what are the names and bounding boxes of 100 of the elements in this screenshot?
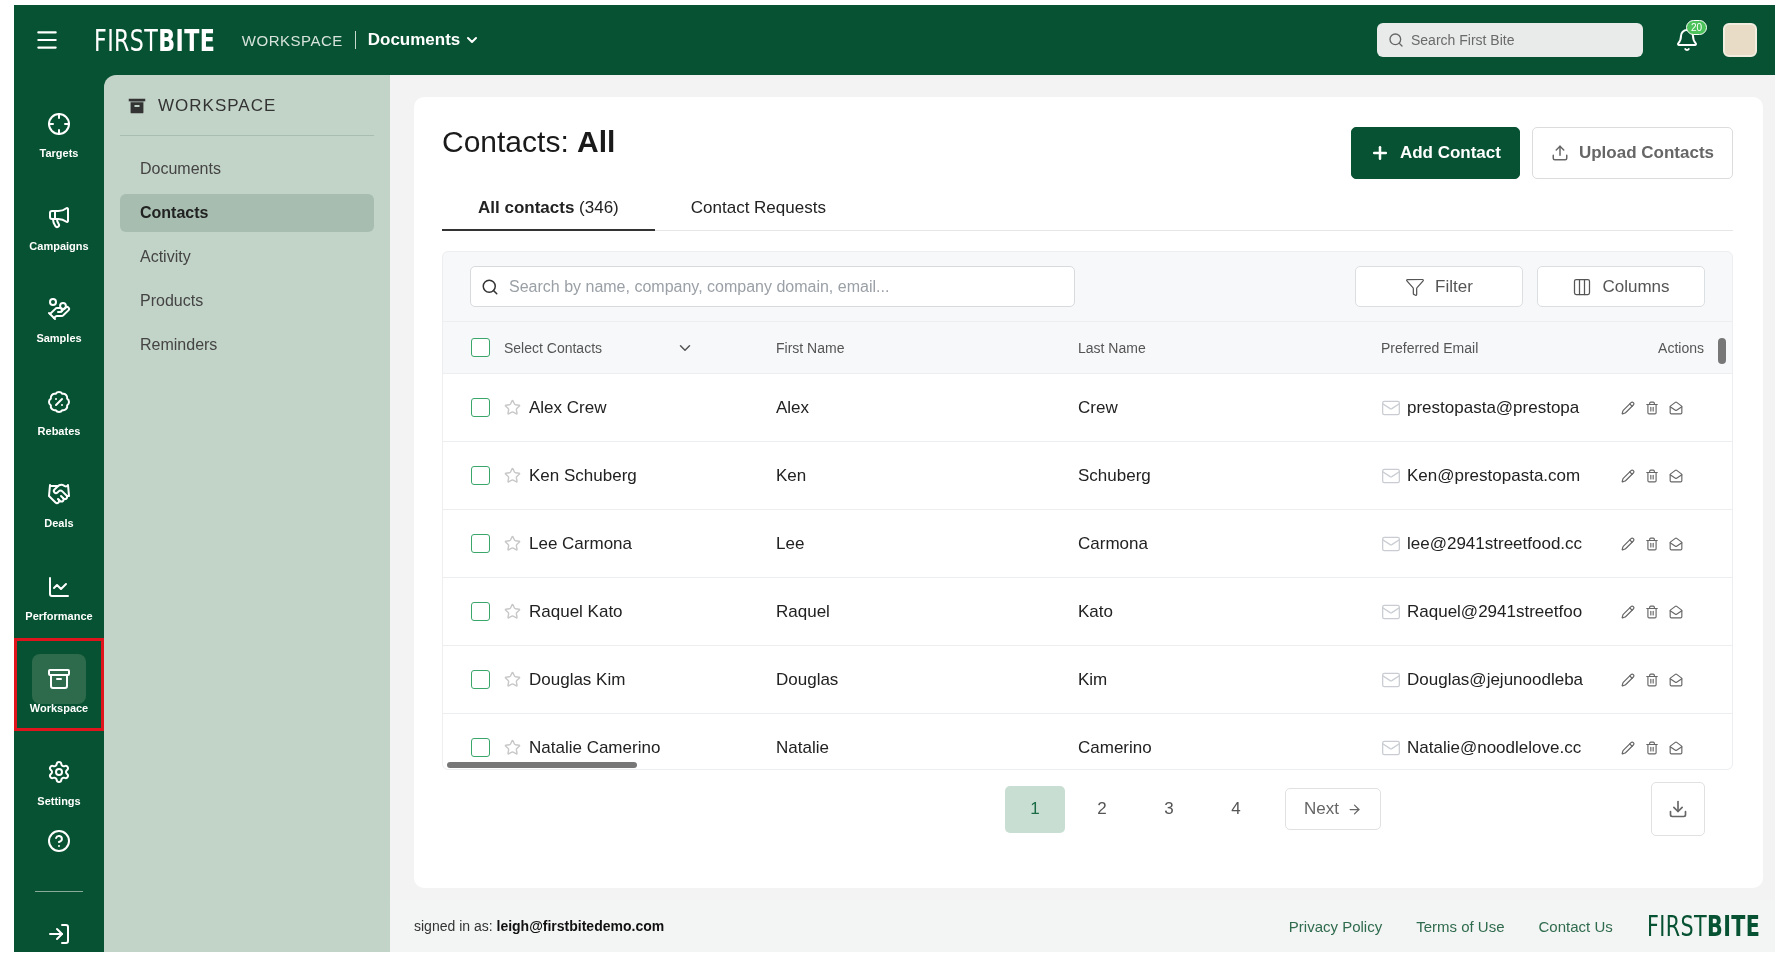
- mail-icon[interactable]: [1669, 740, 1683, 755]
- tab[interactable]: Contact Requests: [654, 187, 862, 231]
- archive-box-icon: [47, 667, 71, 692]
- checkbox[interactable]: [471, 670, 490, 689]
- page-button[interactable]: 4: [1206, 785, 1267, 833]
- nav-item[interactable]: Rebates: [14, 360, 104, 453]
- mail-icon[interactable]: [1669, 468, 1683, 483]
- search-field[interactable]: Search First Bite: [1377, 23, 1643, 57]
- footer-link[interactable]: Privacy Policy: [1288, 917, 1383, 935]
- pencil-icon[interactable]: [1621, 604, 1635, 619]
- search-field[interactable]: Search by name, company, company domain, email...: [470, 266, 1075, 307]
- table-cell-text: Natalie: [776, 737, 830, 758]
- mail-icon[interactable]: [1669, 604, 1683, 619]
- star-icon[interactable]: [504, 399, 521, 416]
- search-icon: [481, 277, 499, 296]
- column-header: Last Name: [1078, 339, 1146, 356]
- trash-icon[interactable]: [1645, 604, 1659, 619]
- footer-link[interactable]: Terms of Use: [1416, 917, 1505, 935]
- checkbox[interactable]: [471, 534, 490, 553]
- help-icon[interactable]: [47, 829, 71, 853]
- logo-placeholder[interactable]: [1723, 23, 1757, 57]
- checkbox[interactable]: [471, 602, 490, 621]
- star-icon[interactable]: [504, 671, 521, 688]
- sidebar-item[interactable]: Documents: [120, 150, 374, 188]
- table-cell: Lee Carmona: [529, 533, 632, 554]
- mail-icon[interactable]: [1669, 536, 1683, 551]
- download-button[interactable]: [1651, 782, 1705, 836]
- page-button[interactable]: 3: [1139, 785, 1200, 833]
- add-contact-button[interactable]: Add Contact: [1350, 127, 1520, 179]
- checkbox[interactable]: [471, 466, 490, 485]
- trash-icon[interactable]: [1645, 672, 1659, 687]
- column-header: First Name: [776, 339, 845, 356]
- logout-icon[interactable]: [47, 922, 71, 946]
- signed-in-text: signed in as: leigh@firstbitedemo.com: [414, 918, 665, 934]
- pencil-icon[interactable]: [1621, 468, 1635, 483]
- nav-item[interactable]: Campaigns: [14, 175, 104, 268]
- trash-icon[interactable]: [1645, 400, 1659, 415]
- settings-icon: [47, 759, 71, 784]
- page-button[interactable]: 2: [1072, 785, 1133, 833]
- table-cell-text: Lee: [776, 533, 806, 554]
- pencil-icon[interactable]: [1621, 400, 1635, 415]
- column-header: Actions: [1658, 339, 1704, 356]
- star-icon[interactable]: [504, 467, 521, 484]
- table-cell: lee@2941streetfood.cc: [1407, 533, 1583, 554]
- page-title: Contacts: All: [442, 125, 616, 159]
- star-icon[interactable]: [504, 739, 521, 756]
- sidebar-item[interactable]: Contacts: [120, 194, 374, 232]
- arrow-right-icon: [1347, 801, 1362, 817]
- nav-item[interactable]: Samples: [14, 268, 104, 361]
- table-cell: prestopasta@prestopa: [1407, 397, 1580, 418]
- nav-item[interactable]: Performance: [14, 545, 104, 638]
- nav-item[interactable]: Settings: [14, 730, 104, 823]
- upload-icon: [1550, 144, 1569, 162]
- archive-box-icon: [126, 95, 148, 117]
- footer-link[interactable]: Contact Us: [1538, 917, 1613, 935]
- table-cell-text: Raquel: [776, 601, 831, 622]
- table-cell: Natalie@noodlelove.cc: [1407, 737, 1582, 758]
- star-icon[interactable]: [504, 535, 521, 552]
- pencil-icon[interactable]: [1621, 740, 1635, 755]
- percent-badge-icon: [47, 389, 71, 414]
- pencil-icon[interactable]: [1621, 536, 1635, 551]
- sidebar-item[interactable]: Activity: [120, 238, 374, 276]
- hand-coins-icon: [47, 297, 71, 322]
- table-cell-text: Kato: [1078, 601, 1114, 622]
- mail-icon[interactable]: [1669, 672, 1683, 687]
- table-cell-text: Alex: [776, 397, 811, 418]
- search-icon: [1388, 32, 1404, 48]
- table-cell: Ken@prestopasta.com: [1407, 465, 1581, 486]
- target-icon: [47, 112, 71, 137]
- page-button[interactable]: 1: [1005, 785, 1066, 833]
- upload-contacts-button[interactable]: Upload Contacts: [1531, 127, 1733, 179]
- nav-item[interactable]: Workspace: [14, 638, 104, 731]
- pencil-icon[interactable]: [1621, 672, 1635, 687]
- sidebar-item[interactable]: Products: [120, 282, 374, 320]
- columns-icon: [1572, 276, 1593, 297]
- filter-button[interactable]: Filter: [1355, 266, 1523, 307]
- nav-item[interactable]: Deals: [14, 453, 104, 546]
- scrollbar-thumb[interactable]: [1718, 338, 1726, 364]
- table-cell: Douglas Kim: [529, 669, 626, 690]
- checkbox[interactable]: [471, 738, 490, 757]
- page-dropdown[interactable]: Documents: [367, 30, 481, 50]
- checkbox[interactable]: [471, 338, 490, 357]
- tab[interactable]: All contacts (346): [442, 187, 655, 231]
- download-icon: [1668, 799, 1688, 819]
- table-cell-text: Schuberg: [1078, 465, 1152, 486]
- checkbox[interactable]: [471, 398, 490, 417]
- trash-icon[interactable]: [1645, 536, 1659, 551]
- nav-item[interactable]: Targets: [14, 83, 104, 176]
- sidebar-item[interactable]: Reminders: [120, 326, 374, 364]
- mail-icon[interactable]: [1669, 400, 1683, 415]
- table-cell: Douglas@jejunoodleba: [1407, 669, 1584, 690]
- trash-icon[interactable]: [1645, 740, 1659, 755]
- table-cell-text: Douglas: [776, 669, 840, 690]
- columns-button[interactable]: Columns: [1537, 266, 1705, 307]
- scrollbar-thumb[interactable]: [447, 762, 637, 768]
- table-cell: Raquel@2941streetfoo: [1407, 601, 1583, 622]
- star-icon[interactable]: [504, 603, 521, 620]
- table-cell-text: Crew: [1078, 397, 1119, 418]
- next-button[interactable]: Next: [1285, 788, 1381, 830]
- trash-icon[interactable]: [1645, 468, 1659, 483]
